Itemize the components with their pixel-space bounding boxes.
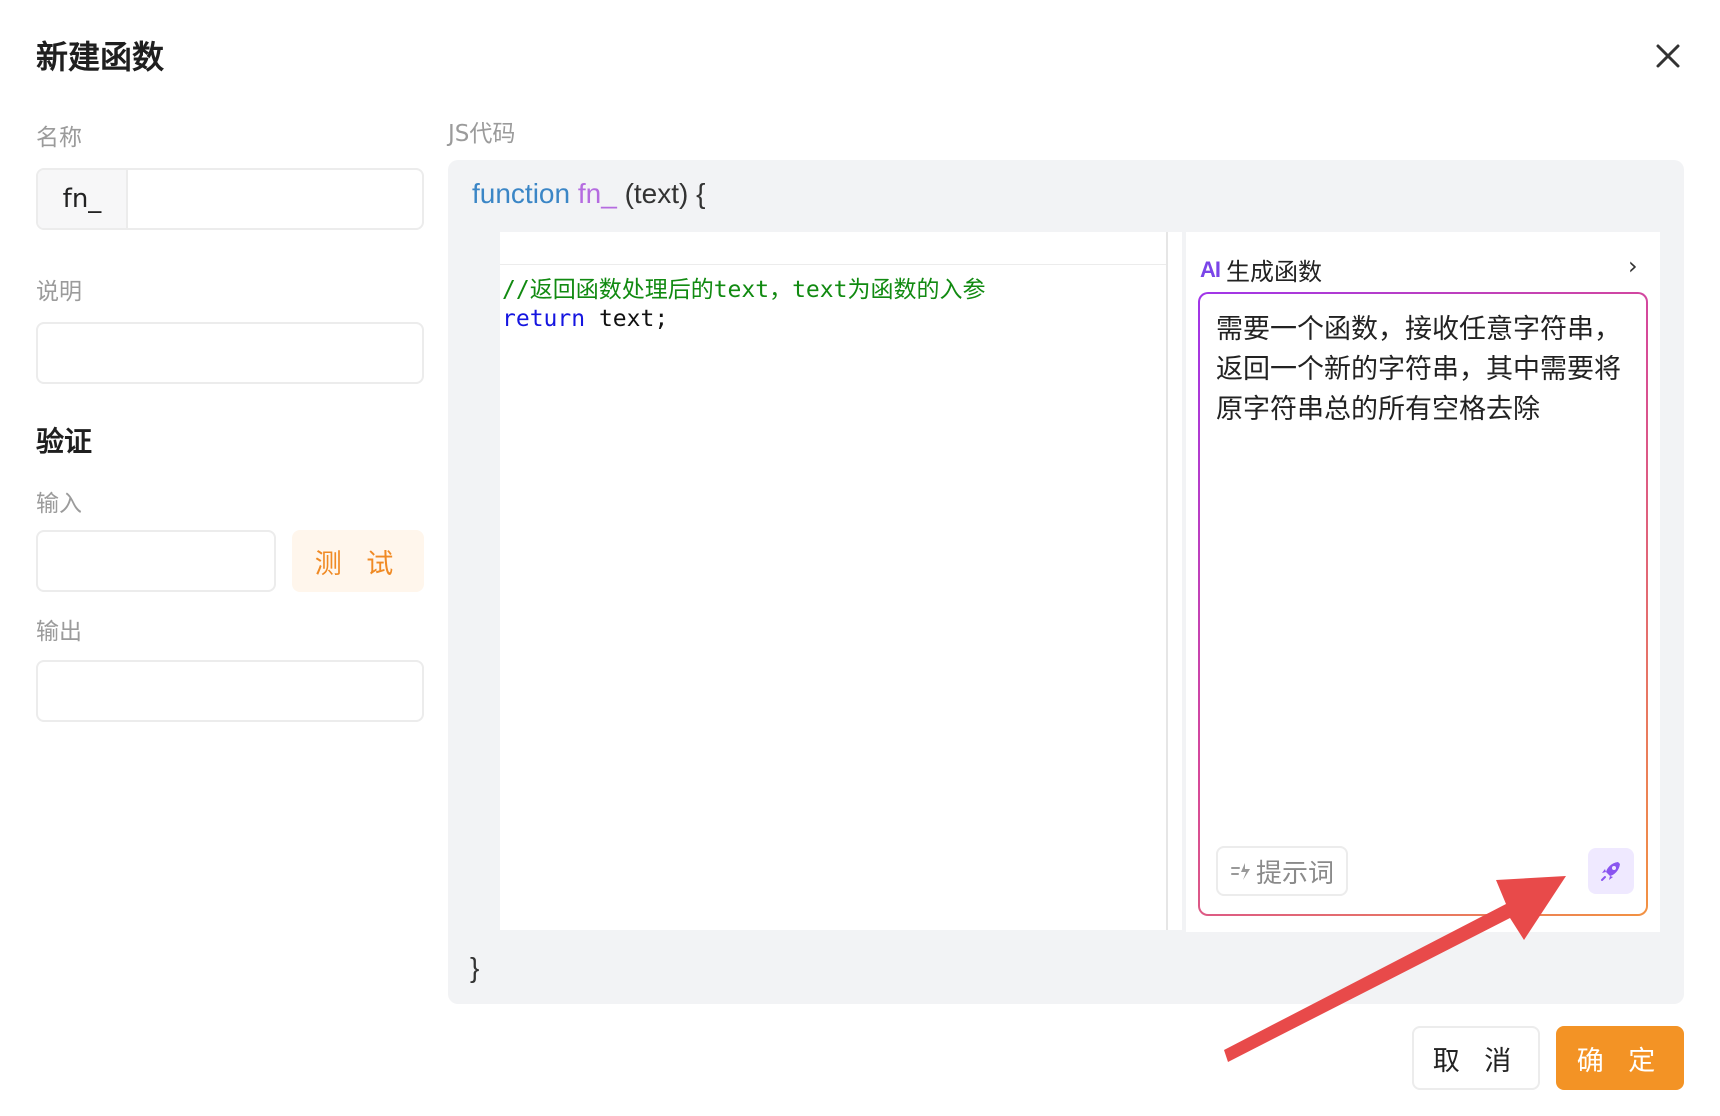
- name-field: fn_: [36, 168, 424, 230]
- code-label: JS代码: [448, 121, 516, 147]
- function-keyword: function: [472, 178, 571, 209]
- closing-brace: }: [470, 952, 480, 983]
- function-name: fn_: [577, 178, 617, 209]
- return-keyword: return: [502, 306, 586, 332]
- ai-generate-panel: AI 生成函数 › 需要一个函数，接收任意字符串，返回一个新的字符串，其中需要将…: [1186, 232, 1660, 932]
- confirm-button[interactable]: 确 定: [1556, 1026, 1684, 1090]
- ai-logo: AI: [1200, 256, 1221, 282]
- dialog-title: 新建函数: [36, 38, 165, 76]
- prompt-hint-button[interactable]: 提示词: [1216, 846, 1348, 896]
- output-label: 输出: [36, 619, 82, 645]
- function-signature: function fn_ (text) {: [472, 178, 706, 210]
- test-input[interactable]: [36, 530, 276, 592]
- prompt-hint-label: 提示词: [1255, 858, 1334, 889]
- editor-divider: [500, 264, 1168, 265]
- prompt-textarea[interactable]: 需要一个函数，接收任意字符串，返回一个新的字符串，其中需要将原字符串总的所有空格…: [1216, 310, 1626, 430]
- generate-send-button[interactable]: [1588, 848, 1634, 894]
- editor-scrollbar[interactable]: [1166, 232, 1182, 930]
- test-button[interactable]: 测 试: [292, 530, 424, 592]
- name-input[interactable]: [128, 170, 422, 228]
- cancel-button[interactable]: 取 消: [1412, 1026, 1540, 1090]
- test-output: [36, 660, 424, 722]
- verify-section-title: 验证: [36, 425, 93, 458]
- code-editor[interactable]: //返回函数处理后的text，text为函数的入参 return text;: [500, 232, 1182, 930]
- return-expression: text;: [585, 306, 669, 332]
- name-label: 名称: [36, 125, 82, 151]
- name-prefix: fn_: [38, 170, 128, 228]
- close-button[interactable]: [1648, 36, 1688, 76]
- ai-panel-title: 生成函数: [1226, 258, 1322, 286]
- code-return-line: return text;: [502, 306, 668, 332]
- prompt-box: 需要一个函数，接收任意字符串，返回一个新的字符串，其中需要将原字符串总的所有空格…: [1198, 292, 1648, 916]
- sparkle-list-icon: [1230, 863, 1250, 880]
- close-icon: [1656, 44, 1680, 68]
- description-input[interactable]: [36, 322, 424, 384]
- description-label: 说明: [36, 279, 82, 305]
- ai-panel-header: AI 生成函数: [1200, 252, 1322, 287]
- collapse-chevron-icon[interactable]: ›: [1628, 252, 1638, 280]
- function-params: (text) {: [624, 178, 706, 209]
- input-label: 输入: [36, 491, 82, 517]
- code-comment-line: //返回函数处理后的text，text为函数的入参: [502, 277, 986, 303]
- rocket-icon: [1601, 862, 1620, 881]
